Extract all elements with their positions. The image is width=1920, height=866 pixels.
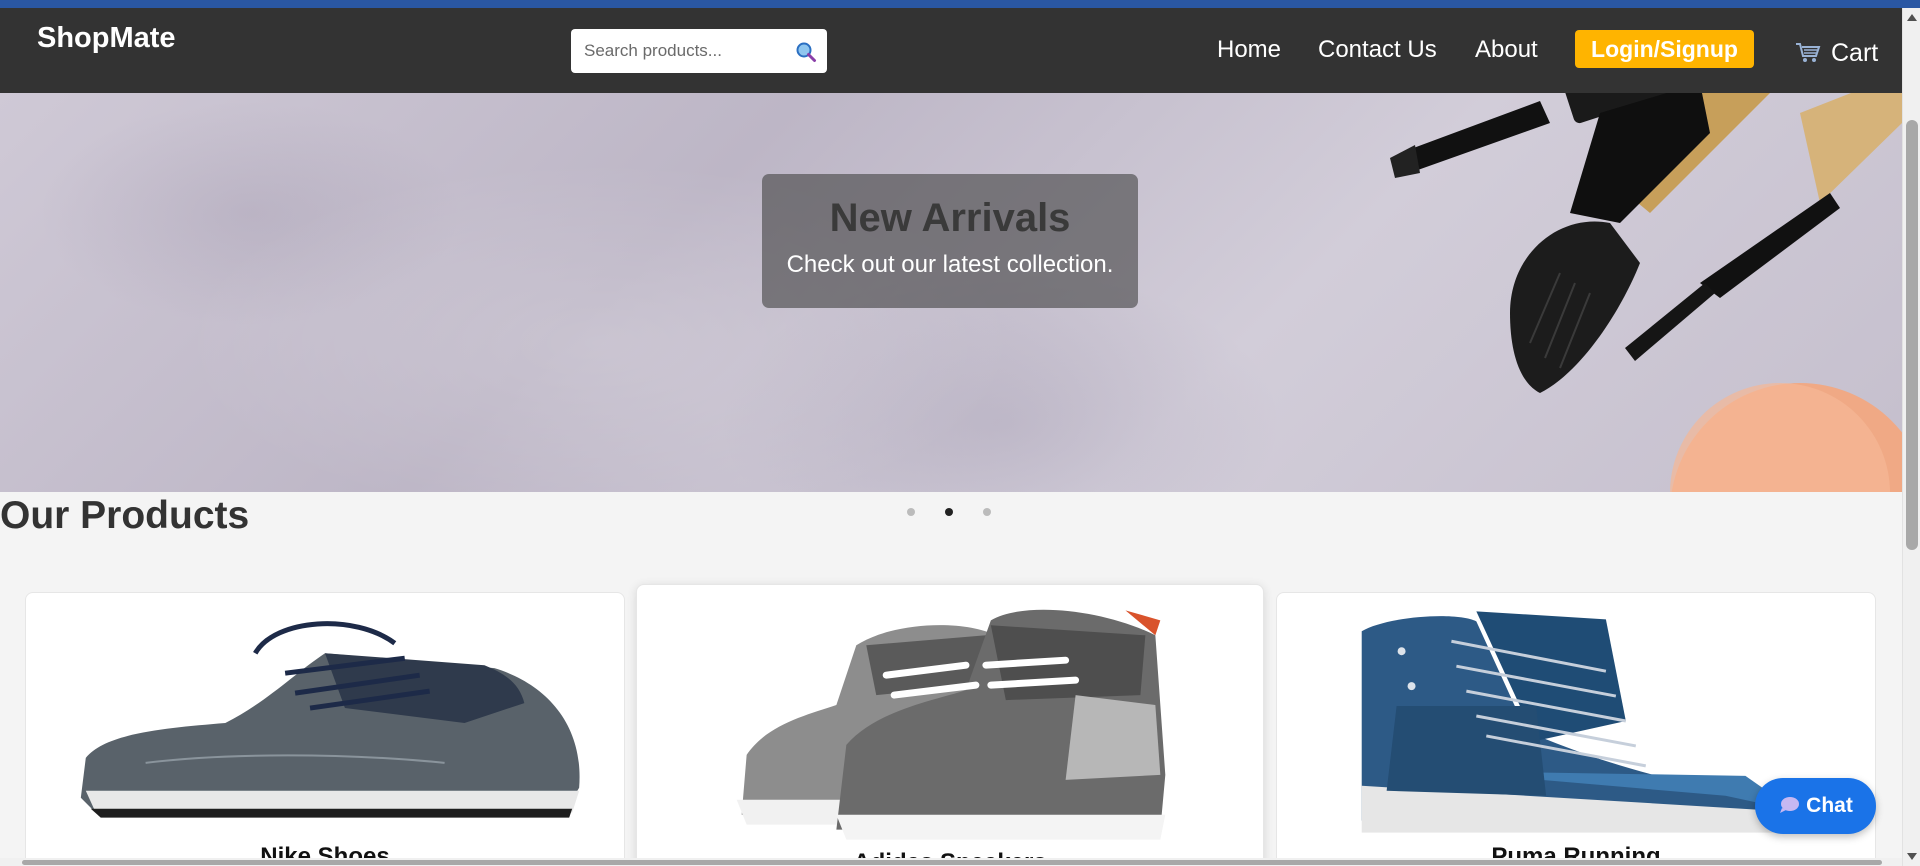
cart-link[interactable]: Cart	[1795, 39, 1878, 68]
carousel-dot-2[interactable]	[945, 508, 953, 516]
search-box	[571, 29, 827, 73]
search-input[interactable]	[571, 29, 781, 73]
nav-about-link[interactable]: About	[1475, 36, 1538, 64]
chat-button[interactable]: Chat	[1755, 778, 1876, 834]
cart-icon	[1796, 43, 1821, 62]
scroll-down-arrow-icon[interactable]	[1907, 853, 1917, 860]
product-image	[736, 609, 1166, 840]
hero-caption: New Arrivals Check out our latest collec…	[762, 174, 1138, 308]
horizontal-scrollbar[interactable]	[0, 858, 1902, 866]
chat-label: Chat	[1806, 794, 1853, 817]
scroll-up-arrow-icon[interactable]	[1907, 14, 1917, 21]
makeup-brushes-image	[1390, 93, 1902, 492]
browser-top-strip	[0, 0, 1920, 8]
product-image	[80, 621, 580, 818]
search-button[interactable]	[795, 41, 817, 63]
logo[interactable]: ShopMate	[37, 22, 176, 55]
product-card[interactable]: Adidas Sneakers	[636, 584, 1264, 866]
hero-subtitle: Check out our latest collection.	[786, 251, 1114, 278]
nav-contact-link[interactable]: Contact Us	[1318, 36, 1437, 64]
navbar: ShopMate Home Contact Us About Login/Sig…	[0, 8, 1902, 93]
carousel-dot-3[interactable]	[983, 508, 991, 516]
horizontal-scroll-thumb[interactable]	[22, 860, 1882, 865]
hero-title: New Arrivals	[829, 196, 1071, 240]
chat-bubble-icon	[1780, 797, 1800, 813]
carousel-dot-1[interactable]	[907, 508, 915, 516]
search-icon	[796, 42, 816, 62]
hero-banner[interactable]: New Arrivals Check out our latest collec…	[0, 93, 1902, 492]
cart-label: Cart	[1831, 39, 1879, 67]
vertical-scrollbar[interactable]	[1902, 8, 1920, 866]
section-title: Our Products	[0, 494, 250, 537]
product-card[interactable]: Nike Shoes	[25, 592, 625, 866]
login-signup-button[interactable]: Login/Signup	[1575, 30, 1754, 68]
scroll-thumb[interactable]	[1906, 120, 1918, 550]
nav-home-link[interactable]: Home	[1217, 36, 1281, 64]
